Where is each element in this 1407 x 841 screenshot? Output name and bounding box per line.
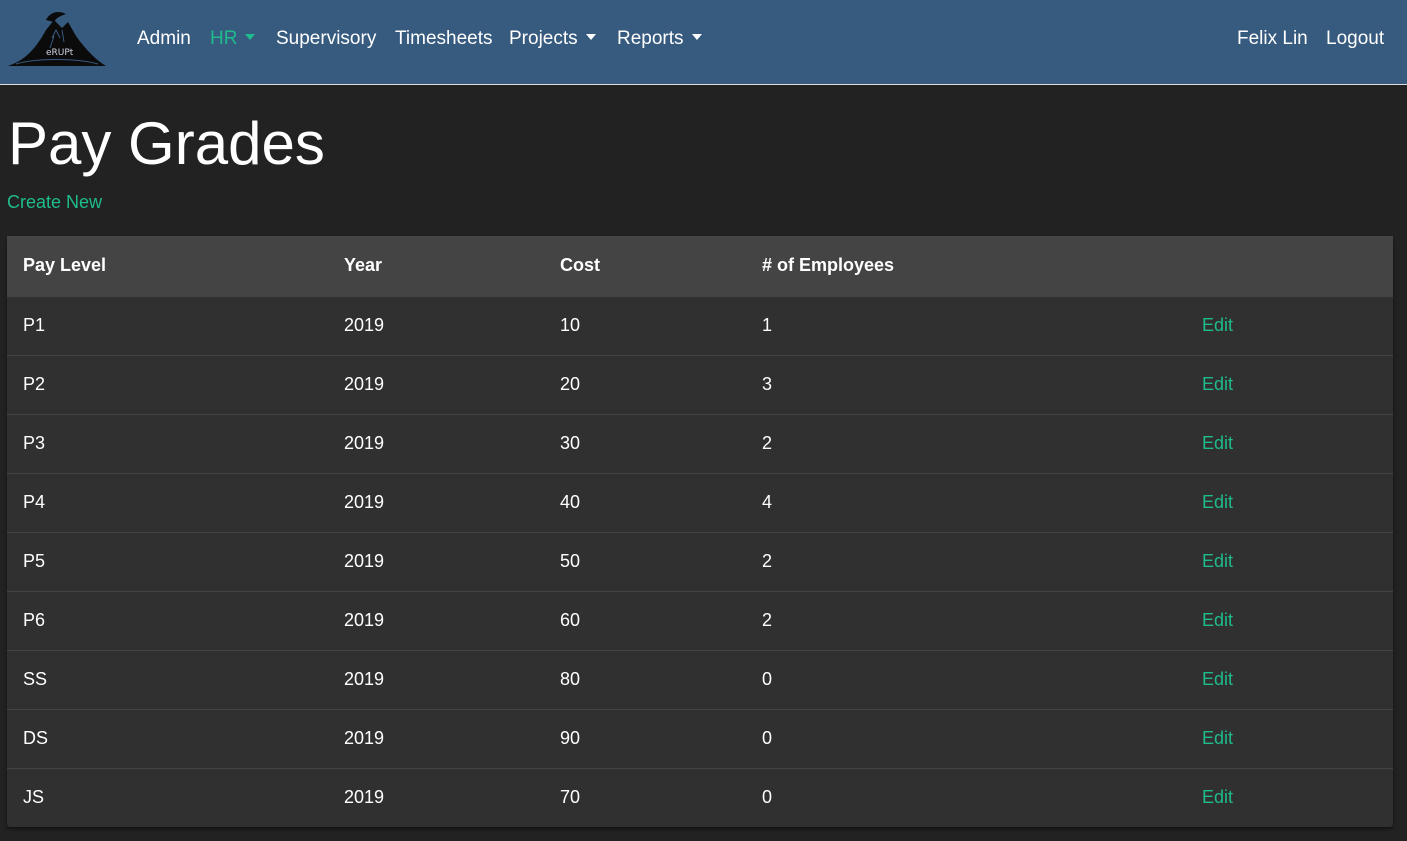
edit-link[interactable]: Edit [1202,669,1233,689]
cell-year: 2019 [344,669,385,689]
cell-employees: 4 [762,492,773,512]
cell-cost: 60 [560,610,581,630]
page-title: Pay Grades [8,110,325,177]
cell-employees: 0 [762,669,773,689]
table-row: P2 2019 20 3 Edit [7,355,1393,414]
table-row: JS 2019 70 0 Edit [7,768,1393,827]
cell-actions: Edit [1202,591,1393,650]
nav-logout[interactable]: Logout [1326,27,1384,51]
cell-year: 2019 [344,374,385,394]
cell-year: 2019 [344,492,385,512]
nav-reports-label: Reports [617,28,684,49]
cell-pay-level: P4 [23,492,46,512]
header-pay-level: Pay Level [23,255,107,276]
cell-pay-level: P1 [23,315,46,335]
create-new-link[interactable]: Create New [7,191,102,213]
nav-hr-dropdown[interactable]: HR [210,27,256,51]
cell-cost: 50 [560,551,581,571]
cell-year: 2019 [344,433,385,453]
table-row: P6 2019 60 2 Edit [7,591,1393,650]
cell-employees: 1 [762,315,773,335]
cell-pay-level: DS [23,728,49,748]
nav-user[interactable]: Felix Lin [1237,27,1308,51]
nav-projects-label: Projects [509,28,578,49]
cell-cost: 10 [560,315,581,335]
edit-link[interactable]: Edit [1202,728,1233,748]
table-row: P5 2019 50 2 Edit [7,532,1393,591]
chevron-down-icon [585,34,596,40]
cell-cost: 20 [560,374,581,394]
table-row: SS 2019 80 0 Edit [7,650,1393,709]
cell-actions: Edit [1202,296,1393,355]
cell-cost: 30 [560,433,581,453]
chevron-down-icon [691,34,702,40]
logo-text: eRUPt [46,48,74,58]
nav-timesheets[interactable]: Timesheets [395,27,493,51]
cell-actions: Edit [1202,768,1393,827]
cell-actions: Edit [1202,532,1393,591]
cell-employees: 3 [762,374,773,394]
edit-link[interactable]: Edit [1202,492,1233,512]
pay-grades-table-container: Pay Level Year Cost # of Employees P1 20… [7,236,1393,827]
edit-link[interactable]: Edit [1202,374,1233,394]
cell-cost: 70 [560,787,581,808]
cell-year: 2019 [344,315,385,335]
nav-projects-dropdown[interactable]: Projects [509,27,596,51]
cell-cost: 40 [560,492,581,512]
table-row: P4 2019 40 4 Edit [7,473,1393,532]
cell-cost: 80 [560,669,581,689]
cell-pay-level: P5 [23,551,46,571]
edit-link[interactable]: Edit [1202,315,1233,335]
erupt-logo[interactable]: eRUPt [6,8,108,70]
cell-pay-level: JS [23,787,45,808]
cell-pay-level: P3 [23,433,46,453]
chevron-down-icon [245,34,256,40]
nav-hr-label: HR [210,28,238,49]
cell-actions: Edit [1202,414,1393,473]
cell-pay-level: P6 [23,610,46,630]
edit-link[interactable]: Edit [1202,610,1233,630]
cell-year: 2019 [344,728,385,748]
pay-grades-table: Pay Level Year Cost # of Employees P1 20… [7,236,1393,827]
nav-admin[interactable]: Admin [137,27,191,51]
cell-year: 2019 [344,610,385,630]
cell-year: 2019 [344,551,385,571]
cell-actions: Edit [1202,355,1393,414]
nav-reports-dropdown[interactable]: Reports [617,27,702,51]
cell-pay-level: SS [23,669,48,689]
table-row: P3 2019 30 2 Edit [7,414,1393,473]
cell-employees: 2 [762,551,773,571]
header-year: Year [344,255,383,276]
cell-actions: Edit [1202,709,1393,768]
cell-employees: 2 [762,433,773,453]
cell-year: 2019 [344,787,385,808]
table-header-row: Pay Level Year Cost # of Employees [7,236,1393,296]
cell-pay-level: P2 [23,374,46,394]
cell-employees: 0 [762,787,773,808]
table-row: P1 2019 10 1 Edit [7,296,1393,355]
top-navbar: eRUPt Admin HR Supervisory Timesheets Pr… [0,0,1407,85]
header-employees: # of Employees [762,255,895,276]
header-cost: Cost [560,255,600,276]
edit-link[interactable]: Edit [1202,787,1233,807]
edit-link[interactable]: Edit [1202,551,1233,571]
cell-actions: Edit [1202,650,1393,709]
cell-employees: 2 [762,610,773,630]
cell-employees: 0 [762,728,773,748]
cell-actions: Edit [1202,473,1393,532]
nav-supervisory[interactable]: Supervisory [276,27,376,51]
header-actions [1202,236,1393,296]
table-row: DS 2019 90 0 Edit [7,709,1393,768]
cell-cost: 90 [560,728,581,748]
edit-link[interactable]: Edit [1202,433,1233,453]
